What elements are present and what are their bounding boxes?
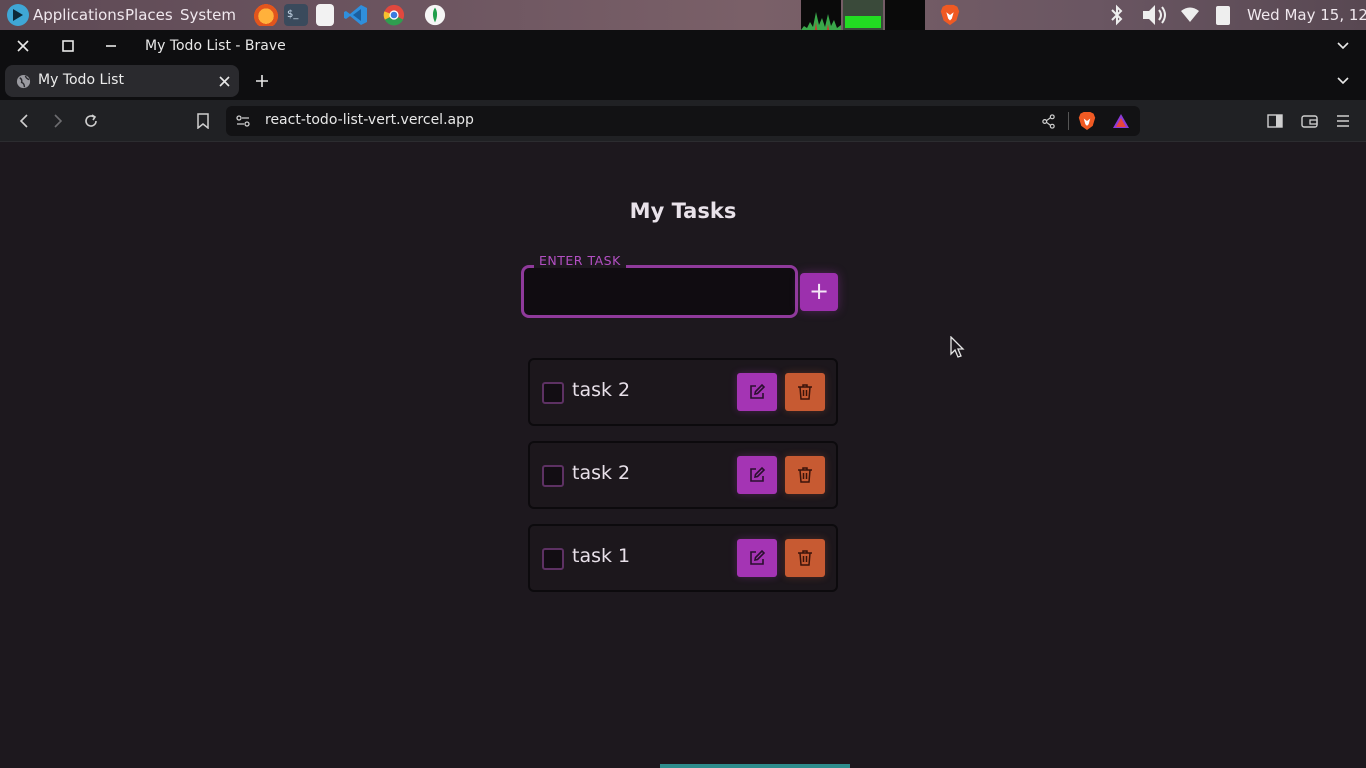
todo-app-page: My Tasks ENTER TASK + task 2 task 2 task… bbox=[0, 142, 1366, 768]
task-checkbox[interactable] bbox=[542, 548, 564, 570]
add-task-button[interactable]: + bbox=[800, 273, 838, 311]
chrome-launcher-icon[interactable] bbox=[382, 4, 406, 26]
page-title: My Tasks bbox=[629, 199, 737, 223]
task-label: task 2 bbox=[572, 379, 631, 401]
tab-bar: My Todo List bbox=[0, 62, 1366, 100]
reload-icon[interactable] bbox=[82, 112, 100, 130]
tab-my-todo-list[interactable]: My Todo List bbox=[5, 65, 239, 97]
delete-task-button[interactable] bbox=[785, 539, 825, 577]
task-input[interactable] bbox=[524, 268, 795, 315]
task-label: task 2 bbox=[572, 462, 631, 484]
system-label: System bbox=[180, 6, 236, 24]
forward-icon[interactable] bbox=[49, 112, 67, 130]
delete-task-button[interactable] bbox=[785, 373, 825, 411]
brave-shields-icon[interactable] bbox=[1078, 111, 1096, 131]
desktop-top-panel: Applications Places System $_ Wed May 15… bbox=[0, 0, 1366, 30]
edit-task-button[interactable] bbox=[737, 539, 777, 577]
globe-icon bbox=[15, 73, 31, 89]
tab-search-chevron-icon[interactable] bbox=[1334, 73, 1352, 89]
volume-icon[interactable] bbox=[1141, 3, 1173, 27]
edit-task-button[interactable] bbox=[737, 373, 777, 411]
text-editor-launcher-icon[interactable] bbox=[316, 4, 334, 26]
memory-monitor-graph bbox=[843, 0, 883, 30]
new-tab-icon[interactable] bbox=[253, 73, 271, 89]
edit-icon bbox=[750, 549, 766, 565]
tab-title: My Todo List bbox=[38, 72, 124, 88]
mouse-pointer-icon bbox=[950, 336, 965, 358]
wifi-icon[interactable] bbox=[1180, 6, 1200, 24]
vscode-launcher-icon[interactable] bbox=[344, 4, 368, 26]
distro-logo-icon bbox=[7, 4, 29, 26]
minimize-window-icon[interactable] bbox=[102, 38, 120, 54]
memory-fill bbox=[845, 16, 881, 28]
task-input-label: ENTER TASK bbox=[534, 253, 626, 268]
close-window-icon[interactable] bbox=[14, 38, 32, 54]
edit-task-button[interactable] bbox=[737, 456, 777, 494]
system-menu[interactable]: System bbox=[180, 0, 236, 30]
panel-clock[interactable]: Wed May 15, 12:11 bbox=[1247, 0, 1366, 30]
url-text: react-todo-list-vert.vercel.app bbox=[265, 112, 474, 128]
menu-icon[interactable] bbox=[1334, 112, 1352, 130]
close-tab-icon[interactable] bbox=[217, 74, 231, 88]
site-settings-icon[interactable] bbox=[235, 113, 251, 129]
window-title: My Todo List - Brave bbox=[145, 38, 286, 54]
trash-icon bbox=[798, 550, 812, 566]
address-bar[interactable]: react-todo-list-vert.vercel.app bbox=[226, 106, 1140, 136]
task-checkbox[interactable] bbox=[542, 382, 564, 404]
bookmark-icon[interactable] bbox=[194, 112, 212, 130]
terminal-launcher-icon[interactable]: $_ bbox=[284, 4, 308, 26]
battery-icon[interactable] bbox=[1216, 6, 1230, 25]
task-row: task 1 bbox=[528, 524, 838, 592]
network-monitor-graph bbox=[885, 0, 925, 30]
window-menu-chevron-icon[interactable] bbox=[1334, 38, 1352, 54]
places-label: Places bbox=[125, 6, 173, 24]
sidebar-toggle-icon[interactable] bbox=[1266, 112, 1284, 130]
edit-icon bbox=[750, 383, 766, 399]
browser-toolbar: react-todo-list-vert.vercel.app bbox=[0, 100, 1366, 142]
browser-title-bar: My Todo List - Brave bbox=[0, 30, 1366, 62]
task-row: task 2 bbox=[528, 441, 838, 509]
edit-icon bbox=[750, 466, 766, 482]
bluetooth-icon[interactable] bbox=[1109, 4, 1125, 26]
maximize-window-icon[interactable] bbox=[60, 38, 76, 54]
wallet-icon[interactable] bbox=[1300, 112, 1318, 130]
cpu-graph-icon bbox=[801, 12, 841, 30]
delete-task-button[interactable] bbox=[785, 456, 825, 494]
brave-launcher-icon[interactable] bbox=[938, 4, 962, 26]
back-icon[interactable] bbox=[15, 112, 33, 130]
taskbar-indicator bbox=[660, 764, 850, 768]
cpu-monitor-graph bbox=[801, 0, 841, 30]
task-checkbox[interactable] bbox=[542, 465, 564, 487]
applications-label: Applications bbox=[33, 6, 125, 24]
address-bar-divider bbox=[1068, 112, 1069, 130]
firefox-launcher-icon[interactable] bbox=[254, 4, 278, 26]
task-input-wrapper bbox=[521, 265, 798, 318]
brave-rewards-icon[interactable] bbox=[1112, 112, 1130, 130]
task-label: task 1 bbox=[572, 545, 631, 567]
mongodb-launcher-icon[interactable] bbox=[423, 4, 447, 26]
trash-icon bbox=[798, 384, 812, 400]
task-row: task 2 bbox=[528, 358, 838, 426]
places-menu[interactable]: Places bbox=[125, 0, 173, 30]
share-icon[interactable] bbox=[1039, 112, 1057, 130]
trash-icon bbox=[798, 467, 812, 483]
